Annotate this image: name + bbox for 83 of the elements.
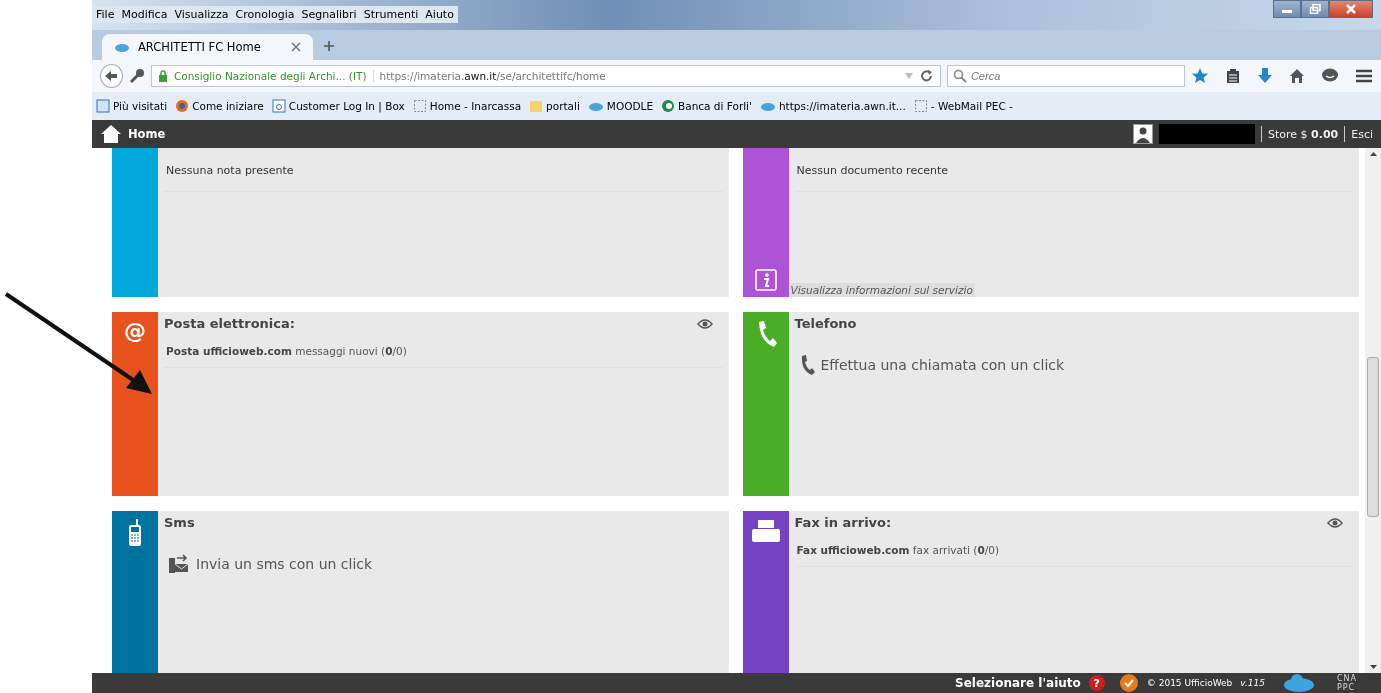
menu-item[interactable]: Modifica bbox=[121, 8, 168, 21]
eye-icon[interactable] bbox=[1327, 517, 1343, 528]
star-icon[interactable] bbox=[1191, 67, 1209, 85]
printer-icon bbox=[750, 519, 781, 543]
minimize-button[interactable] bbox=[1273, 0, 1301, 18]
bookmark-item[interactable]: Più visitati bbox=[96, 99, 168, 113]
close-icon bbox=[1345, 4, 1357, 14]
restore-button[interactable] bbox=[1301, 0, 1329, 18]
bookmark-item[interactable]: MOODLE bbox=[587, 100, 654, 112]
logout-link[interactable]: Esci bbox=[1351, 127, 1373, 141]
reload-icon[interactable] bbox=[919, 69, 934, 83]
bookmark-item[interactable]: Come iniziare bbox=[175, 99, 264, 113]
menu-item[interactable]: Aiuto bbox=[425, 8, 454, 21]
box-icon bbox=[271, 99, 286, 113]
empty-message: Nessuna nota presente bbox=[164, 148, 723, 192]
download-icon[interactable] bbox=[1257, 67, 1273, 85]
cloud-icon bbox=[759, 101, 776, 111]
service-info-link[interactable]: Visualizza informazioni sul servizio bbox=[788, 283, 975, 297]
message-count: Posta ufficioweb.com messaggi nuovi (0/0) bbox=[164, 331, 723, 368]
menu-item[interactable]: Strumenti bbox=[363, 8, 419, 21]
clipboard-icon[interactable] bbox=[1225, 68, 1241, 84]
bookmark-item[interactable]: portali bbox=[529, 99, 580, 113]
chat-icon[interactable] bbox=[1321, 68, 1339, 84]
new-tab-icon[interactable] bbox=[322, 40, 335, 52]
bookmark-item[interactable]: Home - Inarcassa bbox=[412, 99, 522, 113]
action-link[interactable]: Effettua una chiamata con un click bbox=[820, 357, 1065, 373]
card-title: Telefono bbox=[794, 316, 857, 331]
menu-icon[interactable] bbox=[1355, 68, 1373, 84]
logo-text: CNA PPC bbox=[1336, 674, 1357, 692]
cloud-icon bbox=[114, 42, 130, 52]
scroll-down-icon[interactable] bbox=[1368, 664, 1378, 670]
menu-item[interactable]: Visualizza bbox=[174, 8, 229, 21]
page-icon bbox=[96, 99, 110, 113]
menu-item[interactable]: Segnalibri bbox=[301, 8, 357, 21]
card-title: Posta elettronica: bbox=[164, 316, 295, 331]
copyright: © 2015 UfficioWeb bbox=[1146, 678, 1233, 688]
home-icon[interactable] bbox=[1289, 68, 1305, 84]
mobile-phone-icon bbox=[128, 519, 142, 547]
bookmark-item[interactable]: https://imateria.awn.it... bbox=[759, 100, 906, 112]
cloud-icon bbox=[587, 101, 604, 111]
site-identity[interactable]: Consiglio Nazionale degli Archi... (IT) bbox=[173, 70, 374, 82]
folder-icon bbox=[529, 99, 544, 113]
help-label[interactable]: Selezionare l'aiuto bbox=[955, 676, 1081, 690]
close-icon[interactable] bbox=[290, 42, 301, 52]
search-field[interactable]: Cerca bbox=[946, 65, 1185, 87]
at-icon: @ bbox=[124, 320, 146, 342]
url-text: https://imateria.awn.it/se/architettifc/home bbox=[379, 70, 606, 82]
blank-page-icon bbox=[412, 99, 427, 113]
info-icon[interactable] bbox=[754, 269, 777, 291]
badge-icon bbox=[1118, 673, 1139, 693]
scroll-up-icon[interactable] bbox=[1368, 151, 1378, 157]
address-bar[interactable]: Consiglio Nazionale degli Archi... (IT) https://imateria.awn.it/se/architettifc/home bbox=[150, 65, 941, 87]
back-button[interactable] bbox=[100, 64, 123, 88]
bookmark-item[interactable]: - WebMail PEC - bbox=[913, 99, 1013, 113]
bookmark-item[interactable]: Customer Log In | Box bbox=[271, 99, 405, 113]
blank-page-icon bbox=[913, 99, 928, 113]
bank-logo-icon bbox=[661, 99, 676, 113]
menu-item[interactable]: Cronologia bbox=[235, 8, 295, 21]
restore-icon bbox=[1309, 4, 1321, 14]
help-icon[interactable]: ? bbox=[1088, 675, 1105, 691]
sms-send-icon bbox=[168, 554, 190, 574]
menu-item[interactable]: File bbox=[96, 8, 115, 21]
globe-icon bbox=[175, 99, 190, 113]
eye-icon[interactable] bbox=[696, 318, 713, 329]
search-icon bbox=[952, 69, 967, 83]
close-button[interactable] bbox=[1329, 0, 1373, 18]
browser-tab[interactable]: ARCHITETTI FC Home bbox=[102, 34, 313, 60]
user-avatar-icon[interactable] bbox=[1133, 124, 1153, 144]
cloud-logo-icon bbox=[1282, 674, 1315, 692]
card-title: Sms bbox=[164, 515, 195, 530]
bookmark-item[interactable]: Banca di Forli' bbox=[661, 99, 752, 113]
key-icon[interactable] bbox=[128, 68, 145, 84]
page-title: Home bbox=[128, 127, 166, 141]
scrollbar-thumb[interactable] bbox=[1367, 357, 1379, 517]
home-icon[interactable] bbox=[100, 124, 122, 144]
empty-message: Nessun documento recente bbox=[794, 148, 1353, 192]
action-link[interactable]: Invia un sms con un click bbox=[196, 556, 373, 572]
card-title: Fax in arrivo: bbox=[794, 515, 892, 530]
message-count: Fax ufficioweb.com fax arrivati (0/0) bbox=[794, 530, 1353, 567]
back-arrow-icon bbox=[104, 70, 119, 82]
store-balance[interactable]: Store $ 0.00 bbox=[1268, 127, 1339, 141]
version: v.115 bbox=[1240, 678, 1265, 688]
lock-icon bbox=[157, 70, 168, 82]
